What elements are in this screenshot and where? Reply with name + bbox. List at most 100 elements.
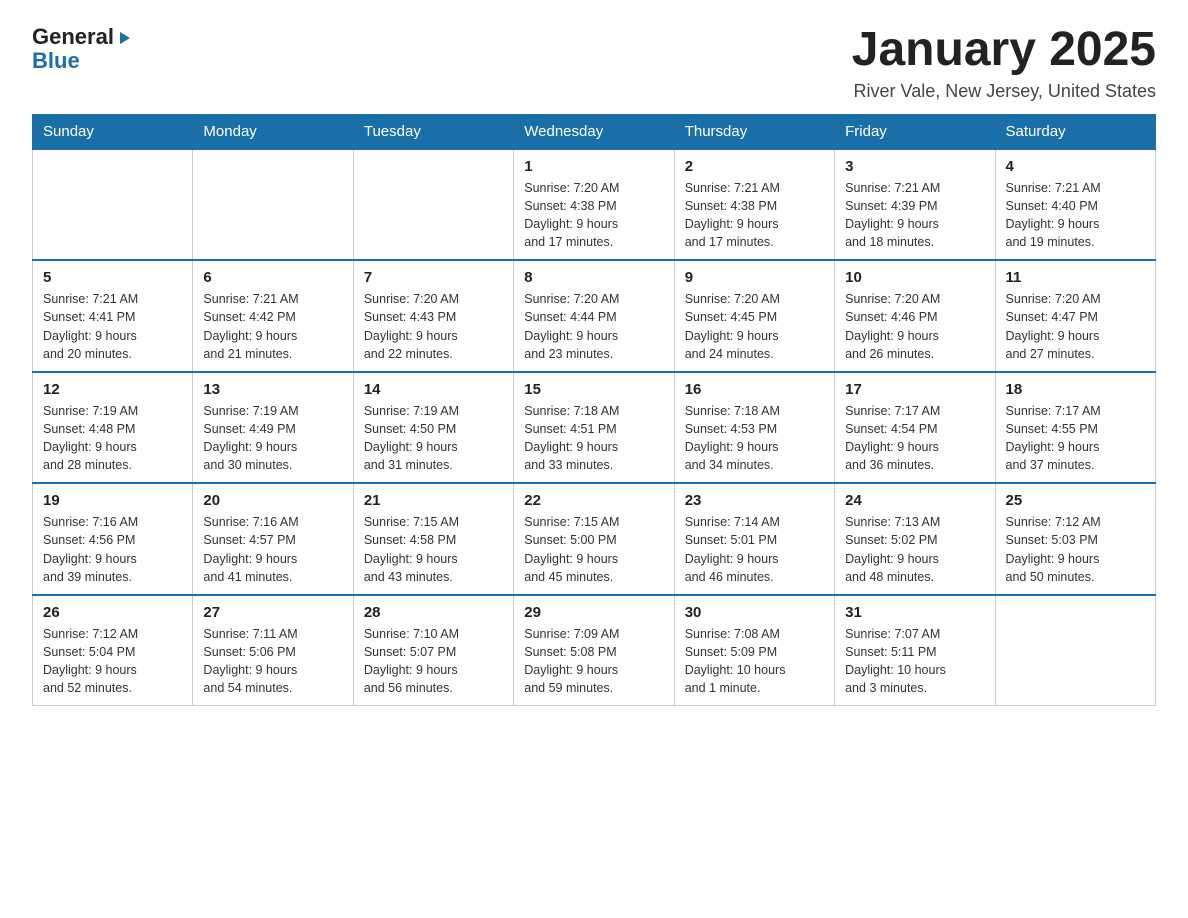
subtitle: River Vale, New Jersey, United States (852, 81, 1156, 102)
day-info: Sunrise: 7:20 AM Sunset: 4:38 PM Dayligh… (524, 179, 663, 252)
calendar-cell: 28 Sunrise: 7:10 AM Sunset: 5:07 PM Dayli… (353, 595, 513, 706)
calendar-cell: 13 Sunrise: 7:19 AM Sunset: 4:49 PM Dayli… (193, 372, 353, 484)
calendar-cell: 26 Sunrise: 7:12 AM Sunset: 5:04 PM Dayli… (33, 595, 193, 706)
day-number: 28 (364, 604, 503, 621)
calendar-cell: 29 Sunrise: 7:09 AM Sunset: 5:08 PM Dayli… (514, 595, 674, 706)
day-info: Sunrise: 7:19 AM Sunset: 4:48 PM Dayligh… (43, 402, 182, 475)
calendar-cell: 12 Sunrise: 7:19 AM Sunset: 4:48 PM Dayli… (33, 372, 193, 484)
day-info: Sunrise: 7:07 AM Sunset: 5:11 PM Dayligh… (845, 625, 984, 698)
day-number: 9 (685, 269, 824, 286)
day-number: 25 (1006, 492, 1145, 509)
weekday-header-saturday: Saturday (995, 114, 1155, 149)
day-info: Sunrise: 7:21 AM Sunset: 4:38 PM Dayligh… (685, 179, 824, 252)
day-number: 8 (524, 269, 663, 286)
day-info: Sunrise: 7:19 AM Sunset: 4:49 PM Dayligh… (203, 402, 342, 475)
calendar-cell: 4Sunrise: 7:21 AM Sunset: 4:40 PM Daylig… (995, 149, 1155, 261)
day-info: Sunrise: 7:19 AM Sunset: 4:50 PM Dayligh… (364, 402, 503, 475)
weekday-header-tuesday: Tuesday (353, 114, 513, 149)
calendar-cell: 1 Sunrise: 7:20 AM Sunset: 4:38 PM Daylig… (514, 149, 674, 261)
calendar-cell: 7 Sunrise: 7:20 AM Sunset: 4:43 PM Daylig… (353, 260, 513, 372)
day-number: 12 (43, 381, 182, 398)
calendar-cell: 3 Sunrise: 7:21 AM Sunset: 4:39 PM Daylig… (835, 149, 995, 261)
calendar-cell: 18 Sunrise: 7:17 AM Sunset: 4:55 PM Dayli… (995, 372, 1155, 484)
calendar-week-1: 1 Sunrise: 7:20 AM Sunset: 4:38 PM Daylig… (33, 149, 1156, 261)
day-info: Sunrise: 7:13 AM Sunset: 5:02 PM Dayligh… (845, 513, 984, 586)
calendar-cell: 8 Sunrise: 7:20 AM Sunset: 4:44 PM Daylig… (514, 260, 674, 372)
calendar-cell (353, 149, 513, 261)
calendar-week-5: 26 Sunrise: 7:12 AM Sunset: 5:04 PM Dayli… (33, 595, 1156, 706)
day-info: Sunrise: 7:21 AM Sunset: 4:42 PM Dayligh… (203, 290, 342, 363)
day-number: 14 (364, 381, 503, 398)
day-info: Sunrise: 7:20 AM Sunset: 4:43 PM Dayligh… (364, 290, 503, 363)
calendar-week-4: 19 Sunrise: 7:16 AM Sunset: 4:56 PM Dayli… (33, 483, 1156, 595)
day-info: Sunrise: 7:11 AM Sunset: 5:06 PM Dayligh… (203, 625, 342, 698)
calendar-cell: 5 Sunrise: 7:21 AM Sunset: 4:41 PM Daylig… (33, 260, 193, 372)
day-info: Sunrise: 7:08 AM Sunset: 5:09 PM Dayligh… (685, 625, 824, 698)
weekday-header-row: SundayMondayTuesdayWednesdayThursdayFrid… (33, 114, 1156, 149)
day-number: 10 (845, 269, 984, 286)
day-info: Sunrise: 7:15 AM Sunset: 4:58 PM Dayligh… (364, 513, 503, 586)
day-info: Sunrise: 7:12 AM Sunset: 5:04 PM Dayligh… (43, 625, 182, 698)
day-info: Sunrise: 7:17 AM Sunset: 4:55 PM Dayligh… (1006, 402, 1145, 475)
day-info: Sunrise: 7:16 AM Sunset: 4:57 PM Dayligh… (203, 513, 342, 586)
calendar-cell: 24Sunrise: 7:13 AM Sunset: 5:02 PM Dayli… (835, 483, 995, 595)
day-info: Sunrise: 7:20 AM Sunset: 4:44 PM Dayligh… (524, 290, 663, 363)
day-number: 26 (43, 604, 182, 621)
day-info: Sunrise: 7:15 AM Sunset: 5:00 PM Dayligh… (524, 513, 663, 586)
weekday-header-wednesday: Wednesday (514, 114, 674, 149)
calendar-cell: 16 Sunrise: 7:18 AM Sunset: 4:53 PM Dayli… (674, 372, 834, 484)
calendar-cell: 17 Sunrise: 7:17 AM Sunset: 4:54 PM Dayli… (835, 372, 995, 484)
calendar-cell: 19 Sunrise: 7:16 AM Sunset: 4:56 PM Dayli… (33, 483, 193, 595)
day-info: Sunrise: 7:17 AM Sunset: 4:54 PM Dayligh… (845, 402, 984, 475)
calendar-cell: 2 Sunrise: 7:21 AM Sunset: 4:38 PM Daylig… (674, 149, 834, 261)
day-info: Sunrise: 7:18 AM Sunset: 4:53 PM Dayligh… (685, 402, 824, 475)
day-info: Sunrise: 7:09 AM Sunset: 5:08 PM Dayligh… (524, 625, 663, 698)
calendar-cell (193, 149, 353, 261)
logo-arrow-icon (116, 29, 134, 47)
calendar-cell: 20 Sunrise: 7:16 AM Sunset: 4:57 PM Dayli… (193, 483, 353, 595)
day-number: 16 (685, 381, 824, 398)
day-number: 2 (685, 158, 824, 175)
logo-general-text: General (32, 24, 114, 50)
day-info: Sunrise: 7:12 AM Sunset: 5:03 PM Dayligh… (1006, 513, 1145, 586)
weekday-header-sunday: Sunday (33, 114, 193, 149)
weekday-header-thursday: Thursday (674, 114, 834, 149)
calendar-cell: 6Sunrise: 7:21 AM Sunset: 4:42 PM Daylig… (193, 260, 353, 372)
calendar-cell: 15Sunrise: 7:18 AM Sunset: 4:51 PM Dayli… (514, 372, 674, 484)
calendar-week-3: 12 Sunrise: 7:19 AM Sunset: 4:48 PM Dayli… (33, 372, 1156, 484)
day-number: 20 (203, 492, 342, 509)
day-number: 7 (364, 269, 503, 286)
day-number: 17 (845, 381, 984, 398)
day-number: 21 (364, 492, 503, 509)
calendar-cell: 10 Sunrise: 7:20 AM Sunset: 4:46 PM Dayli… (835, 260, 995, 372)
day-info: Sunrise: 7:20 AM Sunset: 4:45 PM Dayligh… (685, 290, 824, 363)
calendar-week-2: 5 Sunrise: 7:21 AM Sunset: 4:41 PM Daylig… (33, 260, 1156, 372)
day-info: Sunrise: 7:21 AM Sunset: 4:41 PM Dayligh… (43, 290, 182, 363)
day-number: 31 (845, 604, 984, 621)
day-info: Sunrise: 7:14 AM Sunset: 5:01 PM Dayligh… (685, 513, 824, 586)
day-info: Sunrise: 7:10 AM Sunset: 5:07 PM Dayligh… (364, 625, 503, 698)
day-number: 3 (845, 158, 984, 175)
day-info: Sunrise: 7:20 AM Sunset: 4:46 PM Dayligh… (845, 290, 984, 363)
calendar-cell: 22Sunrise: 7:15 AM Sunset: 5:00 PM Dayli… (514, 483, 674, 595)
calendar-cell: 31 Sunrise: 7:07 AM Sunset: 5:11 PM Dayli… (835, 595, 995, 706)
calendar-cell (995, 595, 1155, 706)
calendar-cell: 30 Sunrise: 7:08 AM Sunset: 5:09 PM Dayli… (674, 595, 834, 706)
day-info: Sunrise: 7:21 AM Sunset: 4:39 PM Dayligh… (845, 179, 984, 252)
day-number: 11 (1006, 269, 1145, 286)
day-number: 29 (524, 604, 663, 621)
day-number: 1 (524, 158, 663, 175)
day-number: 18 (1006, 381, 1145, 398)
page-title: January 2025 (852, 24, 1156, 77)
calendar-cell: 21 Sunrise: 7:15 AM Sunset: 4:58 PM Dayli… (353, 483, 513, 595)
day-number: 13 (203, 381, 342, 398)
calendar-cell: 23Sunrise: 7:14 AM Sunset: 5:01 PM Dayli… (674, 483, 834, 595)
day-number: 5 (43, 269, 182, 286)
day-number: 30 (685, 604, 824, 621)
day-info: Sunrise: 7:16 AM Sunset: 4:56 PM Dayligh… (43, 513, 182, 586)
day-number: 15 (524, 381, 663, 398)
day-number: 27 (203, 604, 342, 621)
page-header: General Blue January 2025 River Vale, Ne… (32, 24, 1156, 102)
day-number: 19 (43, 492, 182, 509)
title-block: January 2025 River Vale, New Jersey, Uni… (852, 24, 1156, 102)
